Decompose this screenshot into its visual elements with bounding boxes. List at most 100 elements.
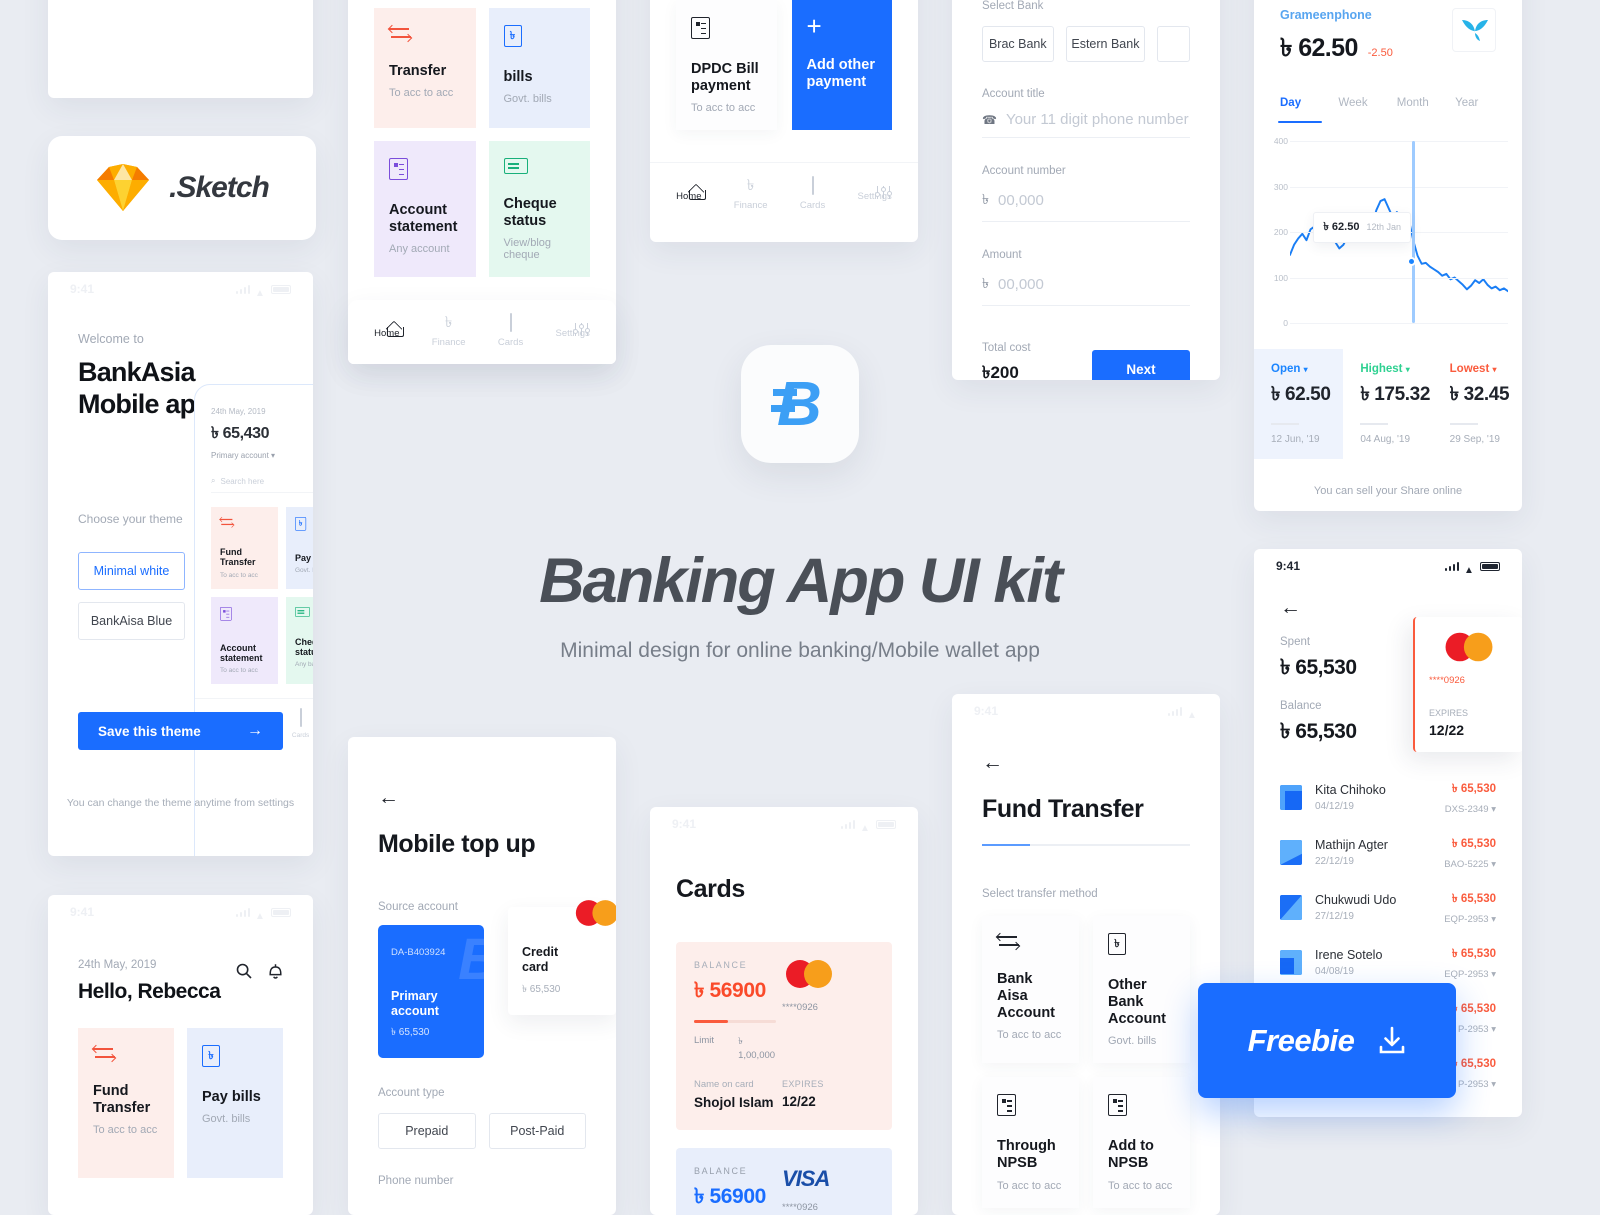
tile-pay-bills[interactable]: ৳ Pay bills Govt. bills bbox=[187, 1028, 283, 1178]
chart-gridline bbox=[1290, 141, 1508, 142]
nav-home[interactable]: Home bbox=[374, 323, 399, 339]
swap-arrows-icon bbox=[389, 25, 411, 41]
back-arrow-icon[interactable]: ← bbox=[1280, 597, 1496, 618]
account-number-input[interactable]: ৳ 00,000 bbox=[982, 188, 1190, 222]
chart-y-tick: 0 bbox=[1283, 318, 1288, 328]
transaction-name: Mathijn Agter bbox=[1315, 838, 1397, 852]
nav-settings[interactable]: Settings bbox=[555, 323, 589, 339]
method-bank-aisa-account[interactable]: Bank Aisa Account To acc to acc bbox=[982, 916, 1079, 1063]
account-type-prepaid[interactable]: Prepaid bbox=[378, 1113, 476, 1149]
save-theme-button[interactable]: Save this theme → bbox=[78, 712, 283, 750]
transaction-date: 27/12/19 bbox=[1315, 911, 1397, 922]
tile-dpdc-bill-payment[interactable]: DPDC Bill payment To acc to acc bbox=[676, 0, 777, 130]
bank-option-brac[interactable]: Brac Bank bbox=[982, 26, 1054, 62]
chart-gridline bbox=[1290, 278, 1508, 279]
page-subtitle: Minimal design for online banking/Mobile… bbox=[430, 639, 1170, 663]
transaction-date: 04/12/19 bbox=[1315, 801, 1397, 812]
transaction-name: Irene Sotelo bbox=[1315, 948, 1397, 962]
wifi-icon bbox=[1187, 707, 1198, 716]
tile-transfer[interactable]: Transfer To acc to acc bbox=[374, 8, 476, 128]
nav-finance[interactable]: ৳ Finance bbox=[432, 315, 466, 348]
back-arrow-icon[interactable]: ← bbox=[378, 787, 586, 808]
grameenphone-icon bbox=[1452, 8, 1496, 52]
app-name-line2: Mobile app bbox=[78, 389, 211, 419]
nav-settings[interactable]: Settings bbox=[857, 186, 891, 202]
cheque-icon bbox=[295, 607, 310, 617]
transaction-row[interactable]: Irene Sotelo04/08/19৳ 65,530EQP-2953 ▾ bbox=[1280, 935, 1496, 990]
tile-add-other-payment[interactable]: + Add other payment bbox=[792, 0, 893, 130]
chart-gridline bbox=[1290, 187, 1508, 188]
transaction-row[interactable]: Mathijn Agter22/12/19৳ 65,530BAO-5225 ▾ bbox=[1280, 825, 1496, 880]
range-week[interactable]: Week bbox=[1338, 93, 1396, 111]
account-title-input[interactable]: ☎ Your 11 digit phone number bbox=[982, 111, 1190, 138]
sketch-badge-card: .Sketch bbox=[48, 136, 316, 240]
nav-home[interactable]: Home bbox=[676, 186, 701, 202]
preview-tile[interactable]: Fund Transfer To acc to acc bbox=[211, 507, 278, 589]
stat-open[interactable]: Open ▾ ৳ 62.50 12 Jun, '19 bbox=[1254, 349, 1343, 459]
mastercard-icon bbox=[1446, 633, 1493, 662]
status-indicators bbox=[1168, 707, 1199, 716]
card-item-visa[interactable]: BALANCE ৳ 56900 Limit ৳ 1,00,000 VISA **… bbox=[676, 1148, 892, 1215]
account-title-label: Account title bbox=[982, 88, 1190, 100]
transaction-date: 22/12/19 bbox=[1315, 856, 1397, 867]
tile-fund-transfer[interactable]: Fund Transfer To acc to acc bbox=[78, 1028, 174, 1178]
stat-lowest[interactable]: Lowest ▾ ৳ 32.45 29 Sep, '19 bbox=[1433, 349, 1522, 459]
transaction-row[interactable]: Chukwudi Udo27/12/19৳ 65,530EQP-2953 ▾ bbox=[1280, 880, 1496, 935]
stat-highest[interactable]: Highest ▾ ৳ 175.32 04 Aug, '19 bbox=[1343, 349, 1432, 459]
account-title-placeholder: Your 11 digit phone number bbox=[1006, 111, 1189, 128]
transaction-ref: EQP-2953 ▾ bbox=[1410, 969, 1496, 980]
nav-cards[interactable]: Cards bbox=[498, 314, 523, 348]
nav-finance[interactable]: ৳ Finance bbox=[734, 178, 768, 211]
mastercard-icon bbox=[576, 900, 616, 926]
transactions-card-widget[interactable]: ****0926 EXPIRES 12/22 bbox=[1413, 617, 1522, 752]
preview-account[interactable]: Primary account ▾ bbox=[211, 451, 313, 460]
range-year[interactable]: Year bbox=[1455, 93, 1496, 111]
preview-tile[interactable]: Account statement To acc to acc bbox=[211, 597, 278, 685]
preview-tile[interactable]: Cheque statu Any ba bbox=[286, 597, 313, 685]
bell-icon[interactable] bbox=[268, 963, 283, 980]
transfer-method-label: Select transfer method bbox=[982, 888, 1190, 900]
phone-icon: ☎ bbox=[982, 113, 997, 127]
theme-option-bankaisa-blue[interactable]: BankAisa Blue bbox=[78, 602, 185, 640]
amount-label: Amount bbox=[982, 249, 1190, 261]
card-icon bbox=[300, 708, 302, 727]
back-arrow-icon[interactable]: ← bbox=[982, 752, 1190, 773]
nav-cards[interactable]: Cards bbox=[800, 177, 825, 211]
bank-option-more[interactable] bbox=[1157, 26, 1190, 62]
account-card-primary[interactable]: B DA-B403924 Primary account ৳ 65,530 bbox=[378, 925, 484, 1058]
preview-tile[interactable]: ৳ Pay bills Govt. b bbox=[286, 507, 313, 589]
method-add-to-npsb[interactable]: Add to NPSB To acc to acc bbox=[1093, 1077, 1190, 1207]
preview-nav-cards[interactable]: Cards bbox=[292, 709, 309, 739]
account-card-credit[interactable]: Credit card ৳ 65,530 bbox=[508, 907, 616, 1015]
hero-block: B Banking App UI kit Minimal design for … bbox=[430, 345, 1170, 663]
status-time: 9:41 bbox=[1276, 559, 1300, 573]
search-icon: ⌕ bbox=[211, 476, 215, 486]
chart-cursor-line[interactable] bbox=[1412, 141, 1416, 323]
range-month[interactable]: Month bbox=[1397, 93, 1455, 111]
tile-account-statement[interactable]: Account statement Any account bbox=[374, 141, 476, 277]
status-time: 9:41 bbox=[70, 282, 94, 296]
welcome-label: Welcome to bbox=[78, 332, 283, 346]
method-other-bank-account[interactable]: ৳ Other Bank Account Govt. bills bbox=[1093, 916, 1190, 1063]
amount-input[interactable]: ৳ 00,000 bbox=[982, 272, 1190, 306]
account-type-postpaid[interactable]: Post-Paid bbox=[489, 1113, 587, 1149]
tile-bills[interactable]: ৳ bills Govt. bills bbox=[489, 8, 591, 128]
cheque-icon bbox=[504, 158, 528, 174]
bank-option-estern[interactable]: Estern Bank bbox=[1066, 26, 1146, 62]
search-icon[interactable] bbox=[236, 963, 252, 979]
card-item-mastercard[interactable]: BALANCE ৳ 56900 Limit ৳ 1,00,000 ****092… bbox=[676, 942, 892, 1130]
freebie-button[interactable]: Freebie bbox=[1198, 983, 1456, 1098]
app-name-line1: BankAsia bbox=[78, 357, 195, 387]
page-title: Mobile top up bbox=[378, 830, 586, 859]
theme-option-minimal-white[interactable]: Minimal white bbox=[78, 552, 185, 590]
range-day[interactable]: Day bbox=[1280, 93, 1338, 111]
transaction-row[interactable]: Kita Chihoko04/12/19৳ 65,530DXS-2349 ▾ bbox=[1280, 770, 1496, 825]
chevron-down-icon: ▾ bbox=[1492, 365, 1496, 374]
method-through-npsb[interactable]: Through NPSB To acc to acc bbox=[982, 1077, 1079, 1207]
arrow-right-icon: → bbox=[247, 722, 263, 740]
bill-payment-screen: DPDC Bill payment To acc to acc + Add ot… bbox=[650, 0, 918, 242]
taka-bill-icon: ৳ bbox=[295, 517, 306, 531]
tile-cheque-status[interactable]: Cheque status View/blog cheque bbox=[489, 141, 591, 277]
account-number-label: Account number bbox=[982, 165, 1190, 177]
visa-icon: VISA bbox=[782, 1166, 874, 1192]
